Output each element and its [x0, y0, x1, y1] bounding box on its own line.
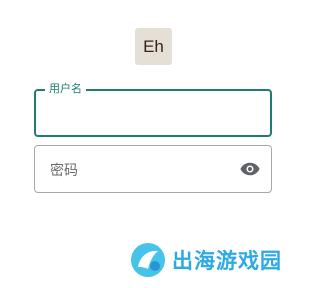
password-field[interactable] [34, 145, 272, 193]
watermark-text: 出海游戏园 [172, 249, 282, 273]
username-input[interactable] [48, 103, 258, 125]
watermark: 出海游戏园 [128, 240, 282, 280]
app-logo: Eh [135, 28, 172, 65]
eye-icon[interactable] [239, 159, 261, 179]
watermark-logo-icon [131, 243, 165, 277]
username-label: 用户名 [45, 82, 86, 96]
password-input[interactable] [48, 159, 227, 183]
username-field[interactable]: 用户名 [34, 82, 272, 137]
